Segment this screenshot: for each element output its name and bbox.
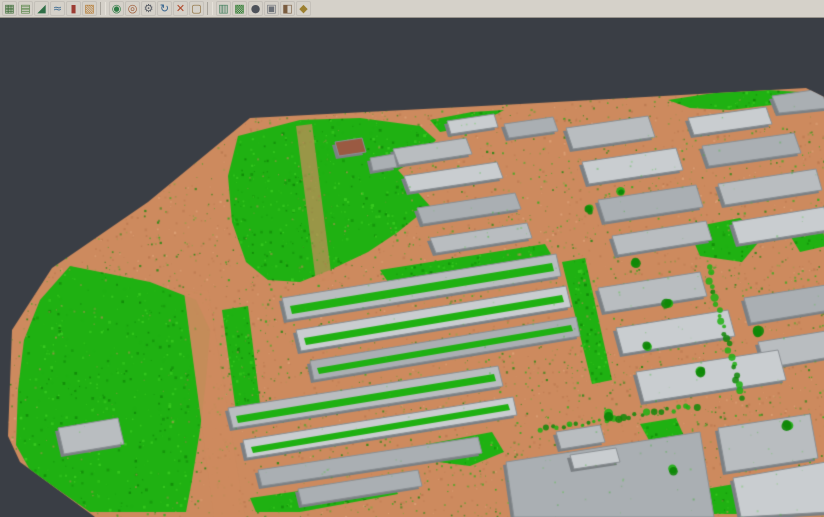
add-layer-icon[interactable]: ▤ <box>18 1 33 16</box>
grid-layers-icon[interactable]: ▦ <box>2 1 17 16</box>
gear-icon[interactable]: ⚙ <box>141 1 156 16</box>
frame-icon[interactable]: ▢ <box>189 1 204 16</box>
classify-icon[interactable]: ▩ <box>232 1 247 16</box>
viewport-3d[interactable] <box>0 18 824 517</box>
histogram-icon[interactable]: ▥ <box>216 1 231 16</box>
delete-icon[interactable]: ✕ <box>173 1 188 16</box>
toolbar-separator <box>207 2 213 15</box>
rotate-view-icon[interactable]: ↻ <box>157 1 172 16</box>
box-select-icon[interactable]: ▣ <box>264 1 279 16</box>
folder-open-icon[interactable]: ▧ <box>82 1 97 16</box>
water-level-icon[interactable]: ≈ <box>50 1 65 16</box>
crosshair-icon[interactable]: ◎ <box>125 1 140 16</box>
info-icon[interactable]: ◆ <box>296 1 311 16</box>
sphere-icon[interactable]: ● <box>248 1 263 16</box>
red-block-icon[interactable]: ▮ <box>66 1 81 16</box>
toolbar-separator <box>100 2 106 15</box>
snapshot-icon[interactable]: ◧ <box>280 1 295 16</box>
globe-icon[interactable]: ◉ <box>109 1 124 16</box>
terrain-icon[interactable]: ◢ <box>34 1 49 16</box>
toolbar: ▦▤◢≈▮▧ ◉◎⚙↻✕▢ ▥▩●▣◧◆ <box>0 0 824 18</box>
viewport-panel <box>0 18 824 517</box>
app-window: ▦▤◢≈▮▧ ◉◎⚙↻✕▢ ▥▩●▣◧◆ <box>0 0 824 517</box>
